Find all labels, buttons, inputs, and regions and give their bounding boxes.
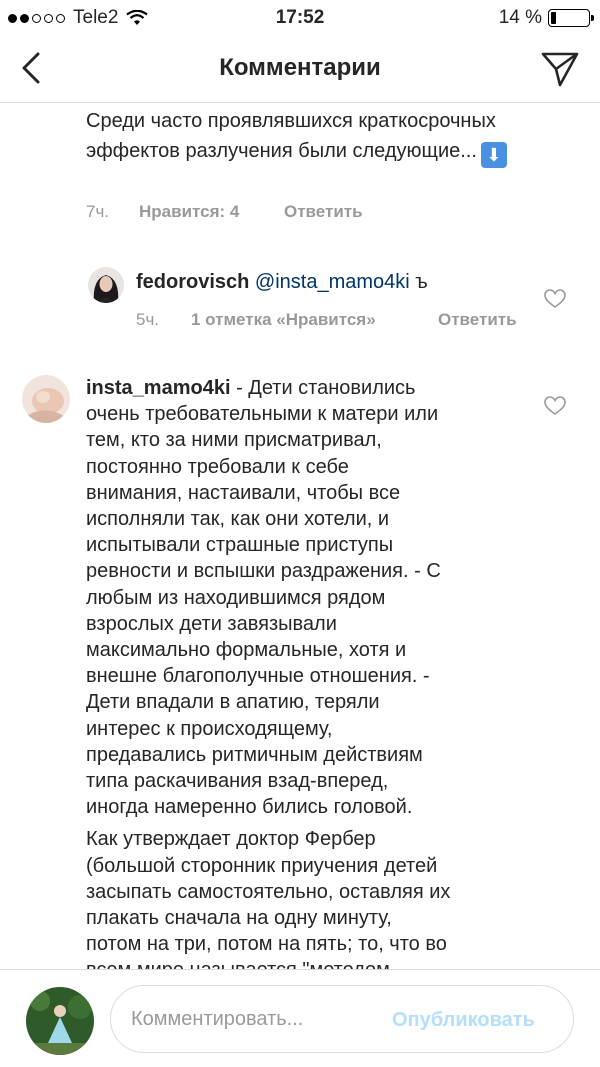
comment-line: типа раскачивания взад-вперед,: [86, 770, 389, 793]
comment-line: исполняли так, как они хотели, и: [86, 508, 390, 531]
comment-line: любым из находившимся рядом: [86, 586, 386, 609]
status-bar: Tele2 17:52 14 %: [0, 0, 600, 36]
page-title: Комментарии: [219, 54, 381, 81]
comment-line: максимально формальные, хотя и: [86, 639, 407, 662]
comments-list[interactable]: Среди часто проявлявшихся краткосрочных …: [0, 103, 600, 969]
reply-comment-text: fedorovisch @insta_mamo4ki ъ: [136, 269, 536, 295]
comment-line: внешне благополучные отношения. -: [86, 665, 430, 688]
direct-send-icon[interactable]: [540, 49, 580, 89]
publish-button[interactable]: Опубликовать: [392, 1009, 535, 1032]
reply-likes[interactable]: 1 отметка «Нравится»: [191, 310, 438, 330]
avatar[interactable]: [88, 267, 124, 303]
comment-line: Дети впадали в апатию, теряли: [86, 691, 380, 714]
caption-likes[interactable]: Нравится: 4: [139, 202, 284, 222]
caption-meta: 7ч. Нравится: 4 Ответить: [86, 202, 363, 222]
battery-percent: 14 %: [498, 7, 542, 28]
caption-reply-button[interactable]: Ответить: [284, 202, 363, 222]
avatar: [26, 987, 94, 1055]
user-avatar-insta-mamo4ki-icon: [22, 375, 70, 423]
comment-username[interactable]: insta_mamo4ki: [86, 377, 231, 399]
comment-composer: Опубликовать: [0, 969, 600, 1067]
battery-icon: [548, 9, 594, 27]
comment-line: интерес к происходящему,: [86, 717, 333, 740]
reply-reply-button[interactable]: Ответить: [438, 310, 517, 330]
comment-line: плакать сначала на одну минуту,: [86, 907, 392, 930]
comment-line: Как утверждает доктор Фербер: [86, 828, 376, 851]
comment-line: засыпать самостоятельно, оставляя их: [86, 880, 451, 903]
comment-body: ъ: [415, 271, 428, 293]
avatar[interactable]: [22, 375, 70, 423]
reply-time: 5ч.: [136, 310, 160, 329]
comment-line: - Дети становились: [230, 377, 416, 399]
comment-line: (большой сторонник приучения детей: [86, 854, 438, 877]
comment-line: испытывали страшные приступы: [86, 534, 394, 557]
navigation-bar: Комментарии: [0, 36, 600, 103]
caption-time: 7ч.: [86, 202, 110, 221]
main-comment-text: insta_mamo4ki - Дети становились очень т…: [86, 375, 536, 969]
down-arrow-emoji-icon: ⬇: [480, 142, 507, 168]
comment-line: ревности и вспышки раздражения. - С: [86, 560, 441, 583]
comment-line: всем мире называется "методом: [86, 957, 536, 969]
comment-line: потом на три, потом на пять; то, что во: [86, 933, 447, 956]
current-user-avatar-icon: [26, 987, 94, 1055]
user-avatar-fedorovisch-icon: [88, 267, 124, 303]
comment-line: очень требовательными к матери или: [86, 403, 439, 426]
comment-line: тем, кто за ними присматривал,: [86, 429, 382, 452]
like-heart-icon[interactable]: [544, 396, 566, 416]
caption-text: Среди часто проявлявшихся краткосрочных …: [86, 106, 526, 168]
comment-line: предавались ритмичным действиям: [86, 743, 423, 766]
comment-username[interactable]: fedorovisch: [136, 271, 249, 293]
comment-line: иногда намеренно бились головой.: [86, 796, 413, 819]
comment-line: взрослых дети завязывали: [86, 612, 337, 635]
comment-line: внимания, настаивали, чтобы все: [86, 481, 401, 504]
like-heart-icon[interactable]: [544, 289, 566, 309]
comment-line: постоянно требовали к себе: [86, 455, 349, 478]
mention-link[interactable]: @insta_mamo4ki: [255, 271, 410, 293]
reply-comment-meta: 5ч. 1 отметка «Нравится» Ответить: [136, 310, 517, 330]
